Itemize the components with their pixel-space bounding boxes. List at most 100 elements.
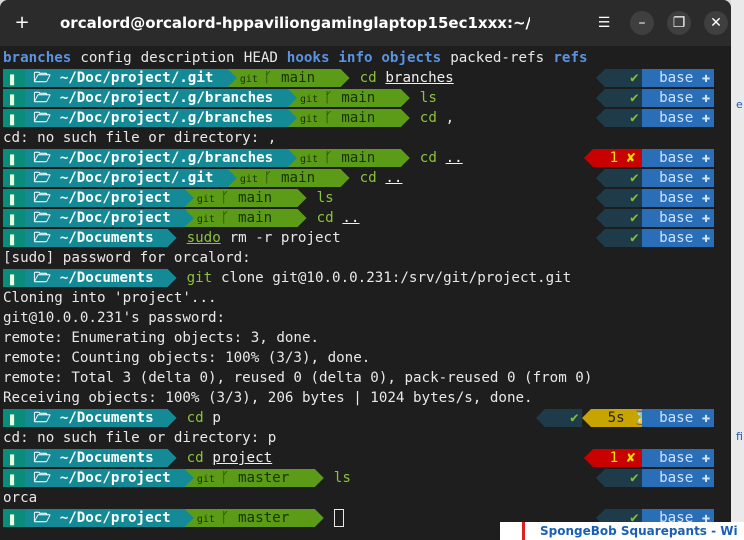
command-argument: .. bbox=[342, 210, 360, 226]
env-segment: base ✚ bbox=[642, 109, 714, 127]
command: cd bbox=[186, 450, 204, 466]
env-icon: ✚ bbox=[693, 110, 711, 126]
command: ls bbox=[333, 470, 351, 486]
path-text: ~/Doc/project bbox=[59, 470, 171, 486]
path-text: ~/Documents bbox=[59, 410, 154, 426]
output-text: cd: no such file or directory: , bbox=[3, 130, 277, 146]
folder-icon: 🗁 bbox=[25, 230, 60, 246]
os-segment: 🬓 bbox=[3, 109, 25, 127]
env-name: base bbox=[642, 150, 694, 166]
new-tab-button[interactable]: + bbox=[10, 11, 34, 35]
os-segment: 🬓 bbox=[3, 269, 25, 287]
env-icon: ✚ bbox=[693, 190, 711, 206]
git-segment: git ᚴ main bbox=[185, 189, 307, 207]
os-segment: 🬓 bbox=[3, 469, 25, 487]
close-icon: ✕ bbox=[710, 15, 722, 31]
background-tab-title: SpongeBob Squarepants - Wi bbox=[540, 524, 738, 538]
path-segment: 🗁 ~/Doc/project/.git bbox=[25, 69, 237, 87]
command: git bbox=[186, 270, 213, 286]
path-segment: 🗁 ~/Doc/project bbox=[25, 469, 194, 487]
env-segment: base ✚ bbox=[642, 149, 714, 167]
path-text: ~/Doc/project/.git bbox=[59, 170, 214, 186]
output-line: remote: Enumerating objects: 3, done. bbox=[0, 328, 731, 348]
env-icon: ✚ bbox=[693, 90, 711, 106]
close-button[interactable]: ✕ bbox=[704, 11, 728, 35]
os-segment: 🬓 bbox=[3, 409, 25, 427]
os-segment: 🬓 bbox=[3, 149, 25, 167]
env-name: base bbox=[642, 230, 694, 246]
background-window-edge bbox=[731, 0, 744, 540]
branch-name: main bbox=[280, 70, 316, 86]
os-segment: 🬓 bbox=[3, 509, 25, 527]
error-line: cd: no such file or directory: p bbox=[0, 428, 731, 448]
command-argument: .. bbox=[385, 170, 403, 186]
ls-entry: refs bbox=[553, 50, 588, 66]
output-line: remote: Total 3 (delta 0), reused 0 (del… bbox=[0, 368, 731, 388]
path-segment: 🗁 ~/Doc/project/.git bbox=[25, 169, 237, 187]
git-segment: git ᚴ main bbox=[288, 149, 410, 167]
os-segment: 🬓 bbox=[3, 449, 25, 467]
status-segment: ✔ bbox=[596, 109, 642, 127]
error-status: 1 ✘ bbox=[584, 450, 636, 466]
env-icon: ✚ bbox=[693, 410, 711, 426]
env-name: base bbox=[642, 70, 694, 86]
status-segment: ✔ bbox=[596, 169, 642, 187]
branch-name: main bbox=[237, 190, 273, 206]
ls-entry: description bbox=[140, 50, 235, 66]
command-argument: project bbox=[212, 450, 273, 466]
branch-name: master bbox=[237, 510, 290, 526]
os-icon: 🬓 bbox=[10, 70, 19, 86]
os-icon: 🬓 bbox=[10, 110, 19, 126]
branch-icon: ᚴ bbox=[324, 150, 342, 166]
status-segment: ✔ bbox=[596, 189, 642, 207]
os-icon: 🬓 bbox=[10, 210, 19, 226]
env-icon: ✚ bbox=[693, 450, 711, 466]
output-line: [sudo] password for orcalord: bbox=[0, 248, 731, 268]
git-segment: git ᚴ main bbox=[288, 89, 410, 107]
output-line: orca bbox=[0, 488, 731, 508]
minimize-button[interactable]: – bbox=[630, 11, 654, 35]
branch-icon: ᚴ bbox=[220, 470, 238, 486]
menu-icon: ☰ bbox=[597, 15, 611, 31]
folder-icon: 🗁 bbox=[25, 190, 60, 206]
ls-entry: branches bbox=[3, 50, 72, 66]
prompt-line: 🬓 🗁 ~/Doc/project git ᚴ main cd.. base ✚ … bbox=[0, 208, 731, 228]
path-text: ~/Doc/project bbox=[59, 210, 171, 226]
output-text: remote: Total 3 (delta 0), reused 0 (del… bbox=[3, 370, 593, 386]
terminal-content[interactable]: branches config description HEAD hooks info ob… bbox=[0, 48, 731, 540]
background-accent bbox=[522, 522, 525, 540]
check-icon: ✔ bbox=[596, 470, 639, 486]
git-segment: git ᚴ master bbox=[185, 509, 324, 527]
status-segment: ✔ bbox=[596, 209, 642, 227]
output-line: remote: Counting objects: 100% (3/3), do… bbox=[0, 348, 731, 368]
command-argument: p bbox=[212, 410, 221, 426]
folder-icon: 🗁 bbox=[25, 270, 60, 286]
prompt-line: 🬓 🗁 ~/Doc/project/.g/branches git ᚴ main… bbox=[0, 108, 731, 128]
prompt-line: 🬓 🗁 ~/Doc/project/.g/branches git ᚴ main… bbox=[0, 88, 731, 108]
os-segment: 🬓 bbox=[3, 189, 25, 207]
prompt-line: 🬓 🗁 ~/Doc/project/.git git ᚴ main cd.. ba… bbox=[0, 168, 731, 188]
prompt-line: 🬓 🗁 ~/Documents cd project base ✚ 1 ✘ bbox=[0, 448, 731, 468]
maximize-button[interactable]: ❐ bbox=[667, 11, 691, 35]
error-line: cd: no such file or directory: , bbox=[0, 128, 731, 148]
duration-segment: 5s ⌛ bbox=[582, 409, 642, 427]
branch-name: main bbox=[237, 210, 273, 226]
path-text: ~/Doc/project bbox=[59, 190, 171, 206]
status-segment: ✔ bbox=[536, 409, 582, 427]
menu-button[interactable]: ☰ bbox=[592, 11, 616, 35]
ls-entry: info bbox=[338, 50, 373, 66]
path-segment: 🗁 ~/Documents bbox=[25, 269, 177, 287]
folder-icon: 🗁 bbox=[25, 150, 60, 166]
os-icon: 🬓 bbox=[10, 470, 19, 486]
env-icon: ✚ bbox=[693, 170, 711, 186]
folder-icon: 🗁 bbox=[25, 470, 60, 486]
branch-icon: ᚴ bbox=[220, 510, 238, 526]
title-bar: + orcalord@orcalord-hppaviliongaminglapt… bbox=[0, 0, 731, 46]
path-text: ~/Documents bbox=[59, 230, 154, 246]
branch-icon: ᚴ bbox=[263, 170, 281, 186]
os-icon: 🬓 bbox=[10, 170, 19, 186]
folder-icon: 🗁 bbox=[25, 110, 60, 126]
command-argument: .. bbox=[445, 150, 463, 166]
folder-icon: 🗁 bbox=[25, 170, 60, 186]
check-icon: ✔ bbox=[596, 170, 639, 186]
